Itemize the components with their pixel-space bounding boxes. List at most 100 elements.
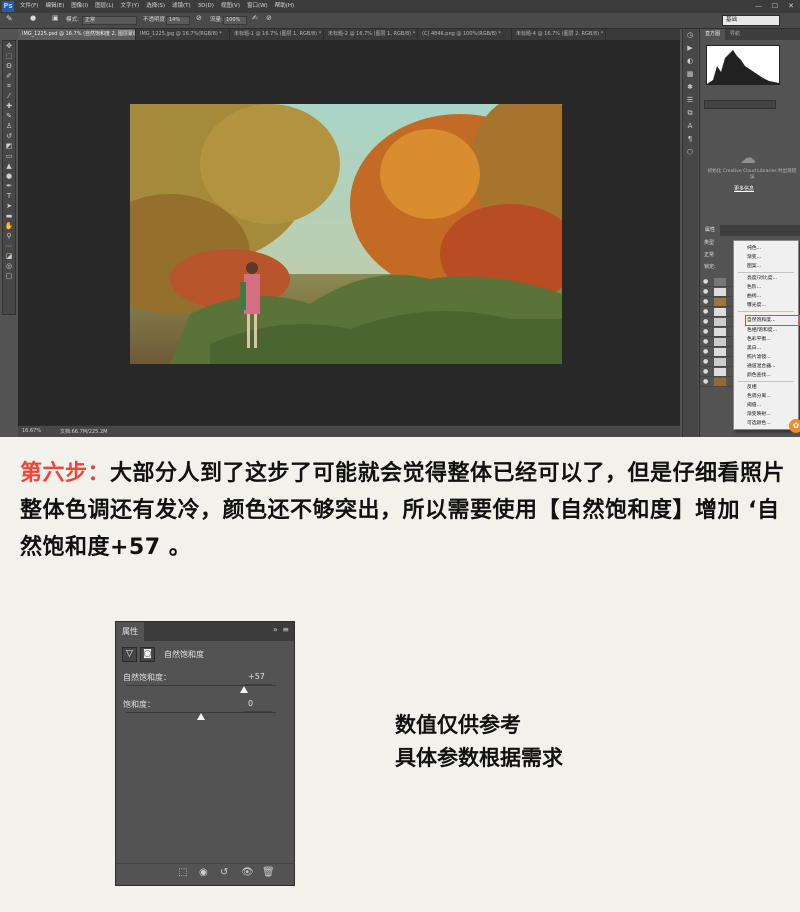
layer-comps-icon[interactable]: ⧉ (683, 107, 697, 120)
tab-document-4[interactable]: 未标题-2 @ 16.7% (图层 1, RGB/8) * (324, 29, 418, 40)
quick-mask-icon[interactable]: ◎ (3, 261, 15, 271)
airbrush-icon[interactable]: ✍ (252, 14, 258, 23)
vibrance-slider-track[interactable] (126, 685, 276, 686)
eye-icon[interactable]: ● (703, 327, 708, 337)
paragraph-panel-icon[interactable]: ¶ (683, 133, 697, 146)
menu-item-brightness-contrast[interactable]: 亮度/对比度... (734, 274, 798, 283)
adjustments-panel-icon[interactable]: ☰ (683, 94, 697, 107)
zoom-level[interactable]: 16.67% (22, 428, 41, 434)
menu-item-6[interactable]: 滤镜(T) (172, 1, 191, 12)
menu-item-exposure[interactable]: 曝光度... (734, 301, 798, 310)
history-brush-icon[interactable]: ↺ (3, 131, 15, 141)
menu-item-curves[interactable]: 曲线... (734, 292, 798, 301)
swatches-panel-icon[interactable]: ▦ (683, 68, 697, 81)
close-button[interactable]: ✕ (788, 0, 794, 12)
eye-icon[interactable]: ● (703, 337, 708, 347)
menu-item-channel-mixer[interactable]: 通道混合器... (734, 362, 798, 371)
menu-item-invert[interactable]: 反相 (734, 383, 798, 392)
floating-help-button[interactable]: ✿ (789, 419, 800, 433)
dodge-tool-icon[interactable]: ● (3, 171, 15, 181)
properties-tab[interactable]: 属性 (116, 622, 144, 641)
canvas-area[interactable] (18, 40, 680, 425)
opacity-input[interactable]: 14% (166, 16, 190, 25)
tab-properties-small[interactable]: 属性 (700, 225, 721, 236)
view-previous-icon[interactable]: ◉ (199, 867, 208, 878)
brush-panel-icon[interactable]: ▣ (52, 14, 59, 23)
saturation-slider-thumb[interactable] (197, 713, 205, 720)
blend-mode-select[interactable]: 正常 (704, 251, 714, 258)
layer-kind-filter[interactable]: 类型 (704, 239, 714, 246)
3d-panel-icon[interactable]: ⬡ (683, 146, 697, 159)
clip-to-layer-icon[interactable]: ⬚ (178, 867, 187, 878)
cc-more-info-link[interactable]: 更多信息 (734, 185, 754, 192)
hand-tool-icon[interactable]: ✋ (3, 221, 15, 231)
menu-item-10[interactable]: 帮助(H) (275, 1, 294, 12)
brush-preset-icon[interactable]: ● (30, 14, 36, 23)
maximize-button[interactable]: ☐ (772, 0, 778, 12)
menu-item-color-lookup[interactable]: 颜色查找... (734, 371, 798, 380)
lasso-tool-icon[interactable]: ʘ (3, 61, 15, 71)
pen-tool-icon[interactable]: ✒ (3, 181, 15, 191)
tab-histogram[interactable]: 直方图 (700, 29, 726, 40)
character-panel-icon[interactable]: A (683, 120, 697, 133)
menu-item-1[interactable]: 编辑(E) (45, 1, 64, 12)
minimize-button[interactable]: — (755, 0, 762, 12)
eye-icon[interactable]: ● (703, 357, 708, 367)
more-tools-icon[interactable]: ⋯ (3, 241, 15, 251)
menu-item-color-balance[interactable]: 色彩平衡... (734, 335, 798, 344)
menu-item-2[interactable]: 图像(I) (71, 1, 88, 12)
actions-panel-icon[interactable]: ▶ (683, 42, 697, 55)
healing-tool-icon[interactable]: ✚ (3, 101, 15, 111)
color-swatch-icon[interactable]: ◪ (3, 251, 15, 261)
marquee-tool-icon[interactable]: ⬚ (3, 51, 15, 61)
zoom-tool-icon[interactable]: ⚲ (3, 231, 15, 241)
tab-document-5[interactable]: (C) 4846.png @ 100%(RGB/8) * (418, 29, 512, 40)
eye-icon[interactable]: ● (703, 297, 708, 307)
menu-item-posterize[interactable]: 色调分离... (734, 392, 798, 401)
pressure-opacity-icon[interactable]: ⊘ (196, 14, 202, 23)
visibility-eye-icon[interactable]: 👁 (241, 867, 254, 878)
eye-icon[interactable]: ● (703, 347, 708, 357)
workspace-select[interactable]: 基础 (722, 15, 780, 26)
menu-item-9[interactable]: 窗口(W) (247, 1, 268, 12)
menu-item-4[interactable]: 文字(Y) (121, 1, 140, 12)
panel-menu-icon[interactable]: » ≡ (273, 625, 290, 634)
vibrance-slider-thumb[interactable] (239, 686, 248, 693)
tab-navigator[interactable]: 导航 (725, 29, 745, 40)
tab-document-3[interactable]: 未标题-1 @ 16.7% (图层 1, RGB/8) * (230, 29, 324, 40)
brush-tool-icon[interactable]: ✎ (6, 14, 13, 23)
layer-mask-icon[interactable]: ◙ (140, 646, 155, 662)
menu-item-3[interactable]: 图层(L) (95, 1, 113, 12)
vibrance-value[interactable]: +57 (248, 672, 265, 681)
gradient-tool-icon[interactable]: ▭ (3, 151, 15, 161)
eye-icon[interactable]: ● (703, 307, 708, 317)
menu-item-0[interactable]: 文件(F) (20, 1, 38, 12)
menu-item-hue-saturation[interactable]: 色相/饱和度... (734, 326, 798, 335)
shape-tool-icon[interactable]: ▬ (3, 211, 15, 221)
menu-item-8[interactable]: 视图(V) (221, 1, 240, 12)
menu-item-solid-color[interactable]: 纯色... (734, 244, 798, 253)
mode-select[interactable]: 正常 (82, 16, 137, 25)
menu-item-gradient[interactable]: 渐变... (734, 253, 798, 262)
blur-tool-icon[interactable]: ▲ (3, 161, 15, 171)
saturation-value[interactable]: 0 (248, 699, 253, 708)
tab-document-6[interactable]: 未标题-4 @ 16.7% (图层 2, RGB/8) * (512, 29, 606, 40)
eye-icon[interactable]: ● (703, 377, 708, 387)
eye-icon[interactable]: ● (703, 367, 708, 377)
library-search-input[interactable] (704, 100, 776, 109)
tab-document-1[interactable]: IMG_1225.psd @ 16.7% (自然饱和度 2, 图层蒙版/8) * (18, 29, 136, 40)
pressure-size-icon[interactable]: ⊘ (266, 14, 272, 23)
brush-tool-icon[interactable]: ✎ (3, 111, 15, 121)
screen-mode-icon[interactable]: ▢ (3, 271, 15, 281)
reset-icon[interactable]: ↺ (220, 867, 228, 878)
eye-icon[interactable]: ● (703, 317, 708, 327)
eye-icon[interactable]: ● (703, 277, 708, 287)
type-tool-icon[interactable]: T (3, 191, 15, 201)
crop-tool-icon[interactable]: ⌗ (3, 81, 15, 91)
menu-item-gradient-map[interactable]: 渐变映射... (734, 410, 798, 419)
menu-item-7[interactable]: 3D(D) (198, 1, 214, 12)
eye-icon[interactable]: ● (703, 287, 708, 297)
quick-select-tool-icon[interactable]: ✐ (3, 71, 15, 81)
styles-panel-icon[interactable]: ✱ (683, 81, 697, 94)
menu-item-levels[interactable]: 色阶... (734, 283, 798, 292)
